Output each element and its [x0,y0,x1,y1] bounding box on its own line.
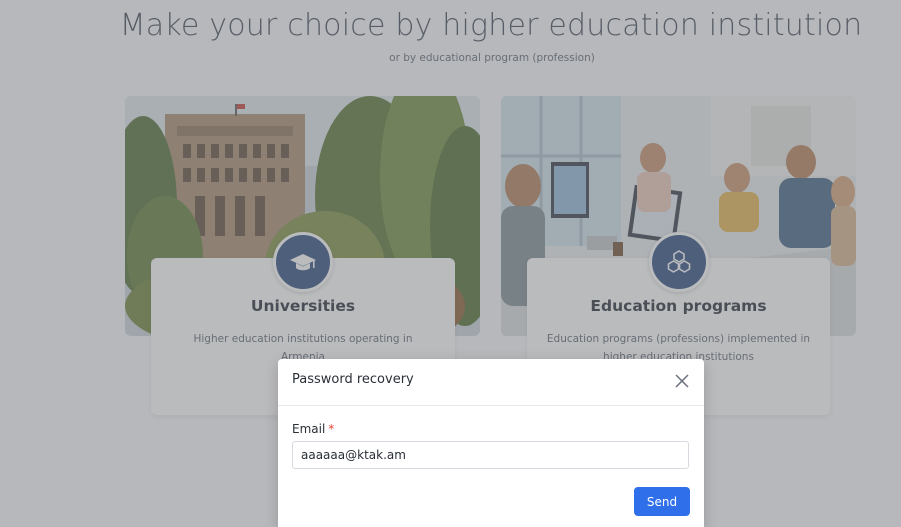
send-button[interactable]: Send [634,487,690,516]
required-mark: * [328,422,335,436]
email-label: Email * [292,422,334,436]
dialog-title: Password recovery [292,372,414,387]
close-icon[interactable] [672,371,692,391]
email-field[interactable] [292,441,689,469]
dialog-header: Password recovery [278,359,704,406]
password-recovery-dialog: Password recovery Email* Send [278,359,704,527]
viewport: Make your choice by higher education ins… [0,0,901,527]
email-label-text: Email [292,422,326,436]
